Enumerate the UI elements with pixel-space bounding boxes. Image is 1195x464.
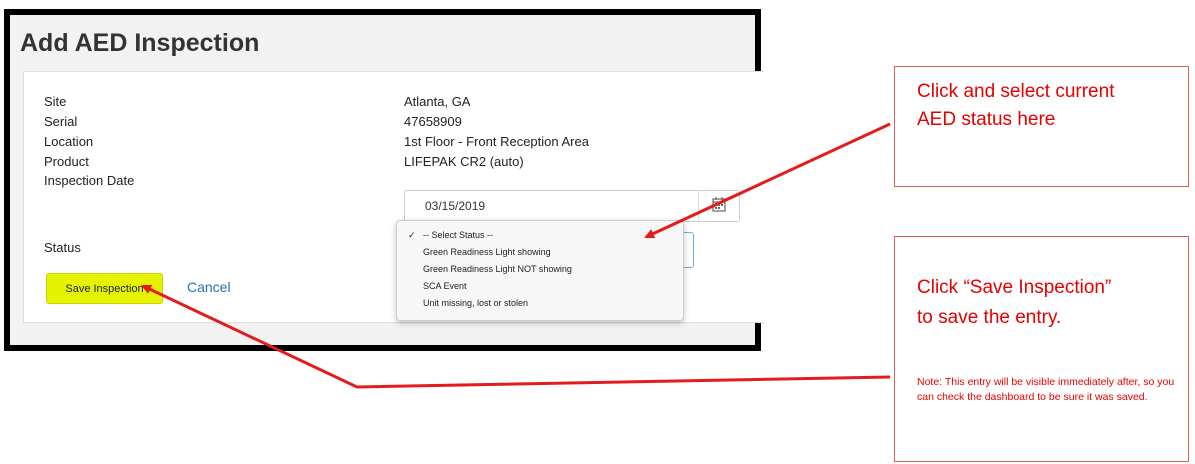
save-arrow	[141, 284, 891, 389]
status-arrow	[644, 122, 891, 239]
annotation-arrows	[141, 122, 891, 389]
